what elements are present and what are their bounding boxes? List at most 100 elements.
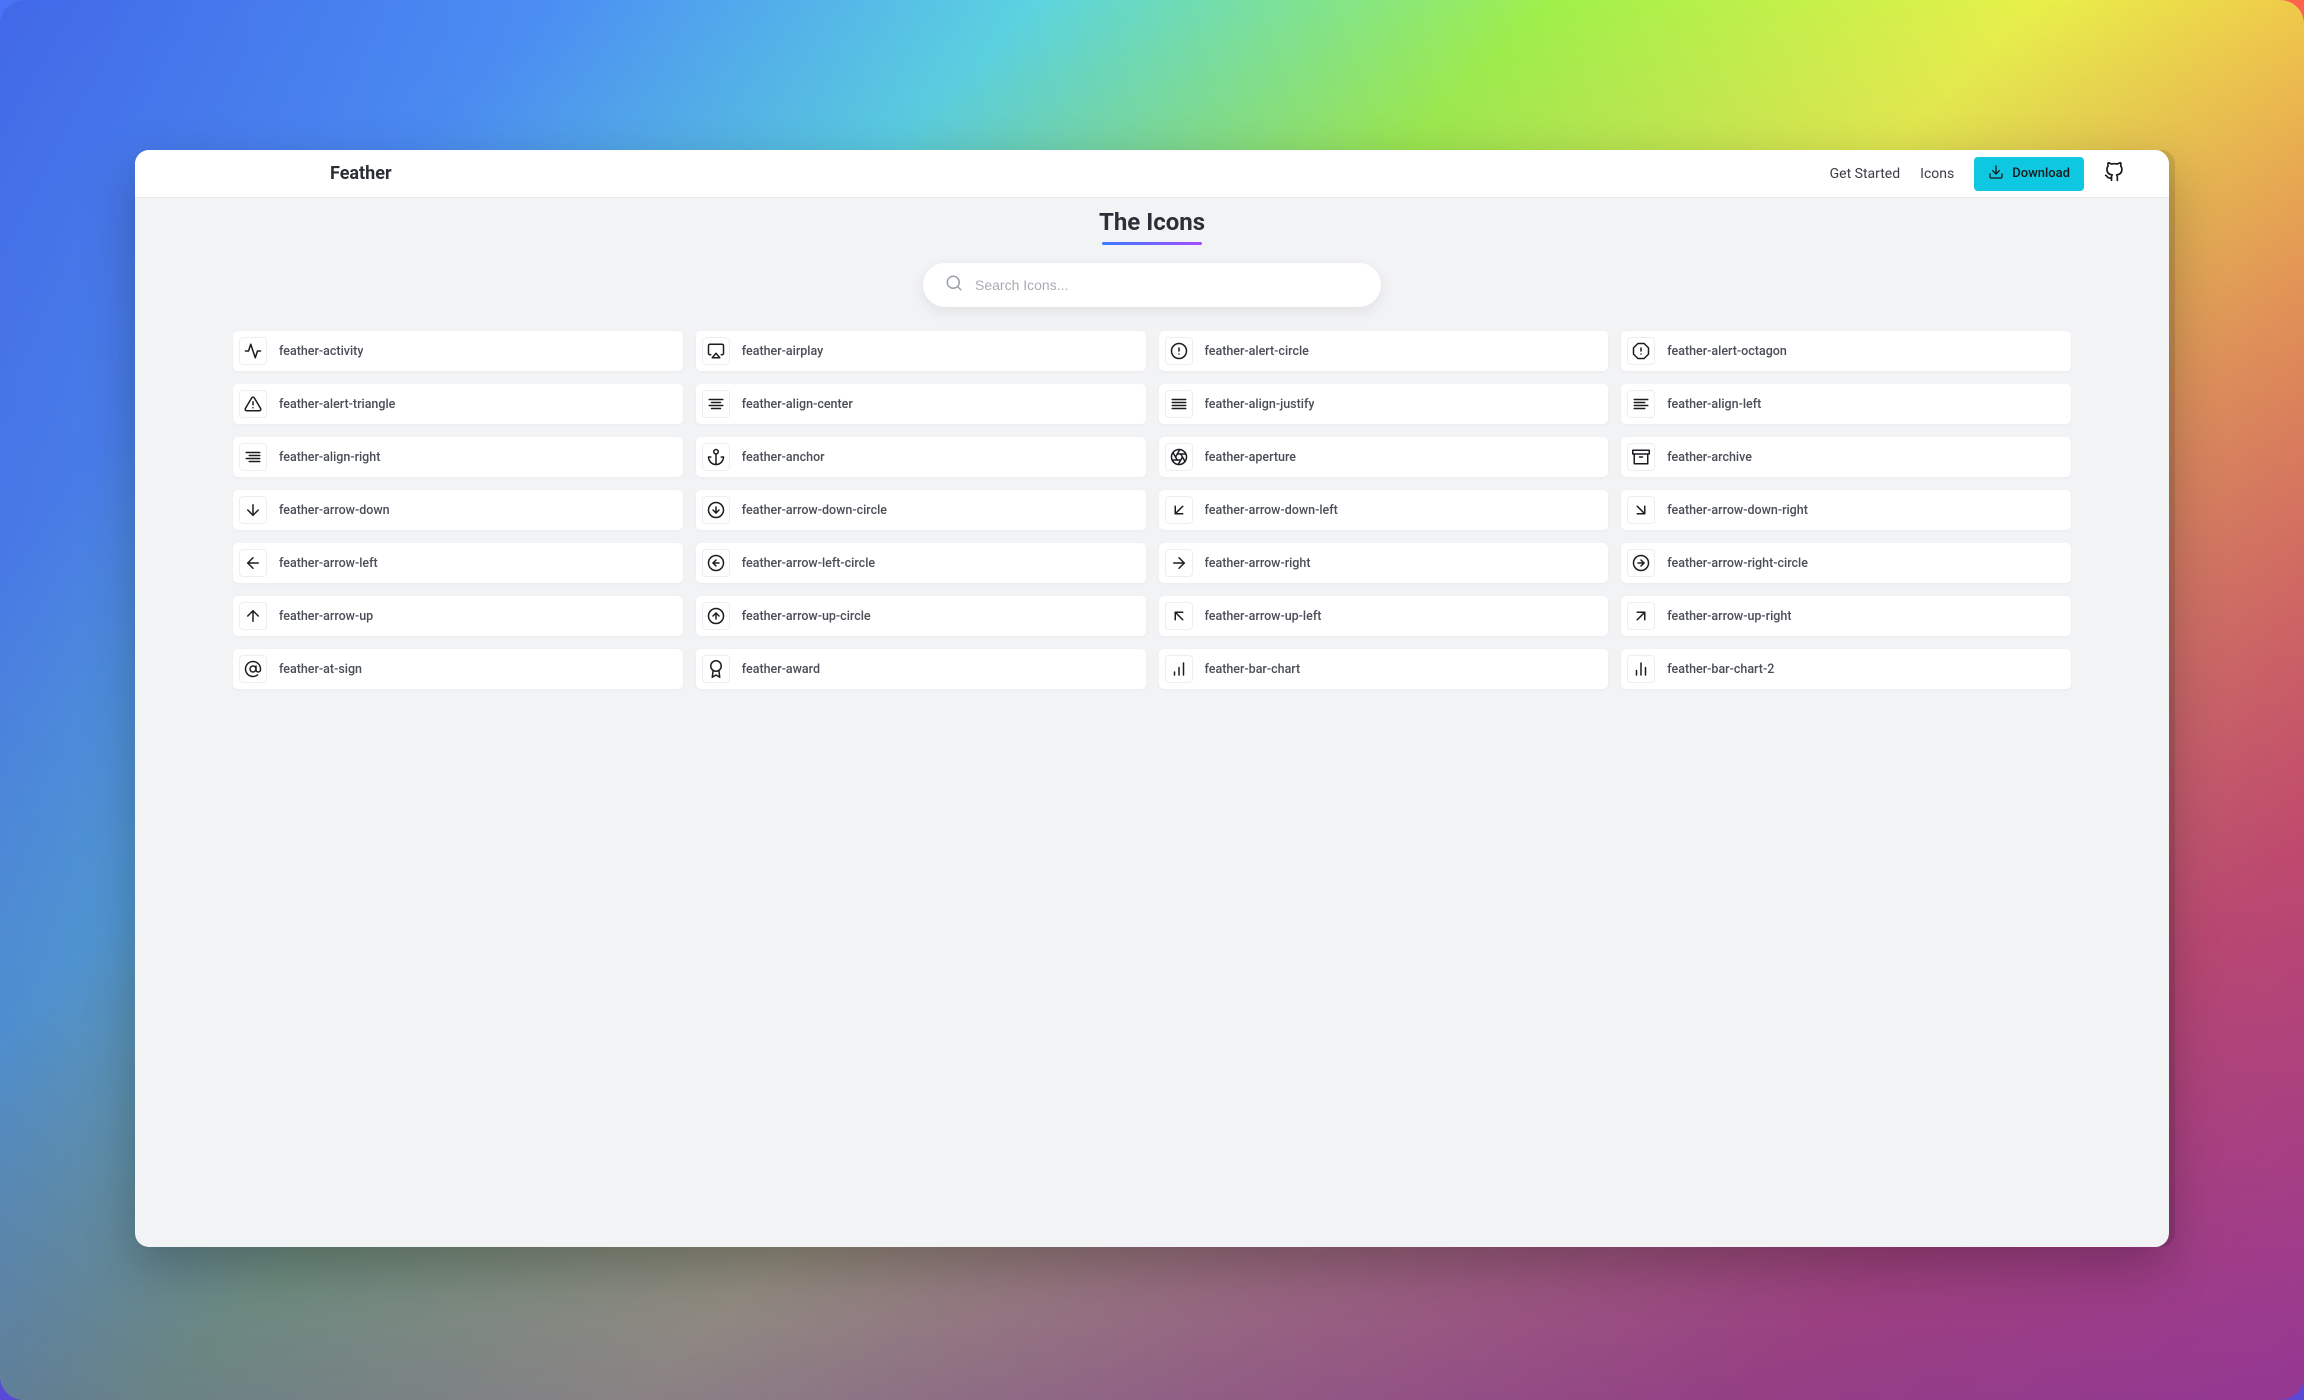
download-button[interactable]: Download [1974,157,2084,191]
icon-card[interactable]: feather-archive [1621,437,2071,477]
icon-card[interactable]: feather-arrow-down-circle [696,490,1146,530]
icon-card[interactable]: feather-aperture [1159,437,1609,477]
feather-aperture-icon [1165,443,1193,471]
feather-alert-circle-icon [1165,337,1193,365]
search-box[interactable] [923,263,1381,307]
icon-card[interactable]: feather-arrow-up-right [1621,596,2071,636]
icon-card[interactable]: feather-arrow-up-circle [696,596,1146,636]
app-window: Feather Get Started Icons Download The I… [135,150,2169,1247]
icon-label: feather-arrow-right-circle [1667,556,1808,571]
icon-label: feather-arrow-left-circle [742,556,875,571]
icon-card[interactable]: feather-arrow-down-right [1621,490,2071,530]
icon-card[interactable]: feather-bar-chart-2 [1621,649,2071,689]
icon-card[interactable]: feather-airplay [696,331,1146,371]
feather-alert-octagon-icon [1627,337,1655,365]
nav: Get Started Icons Download [1830,157,2124,191]
feather-align-justify-icon [1165,390,1193,418]
icon-card[interactable]: feather-activity [233,331,683,371]
icon-card[interactable]: feather-alert-triangle [233,384,683,424]
icon-label: feather-alert-circle [1205,344,1309,359]
icon-card[interactable]: feather-at-sign [233,649,683,689]
feather-archive-icon [1627,443,1655,471]
feather-arrow-down-left-icon [1165,496,1193,524]
icon-label: feather-align-justify [1205,397,1315,412]
icon-label: feather-award [742,662,820,677]
feather-arrow-down-right-icon [1627,496,1655,524]
icon-label: feather-align-right [279,450,380,465]
icon-card[interactable]: feather-arrow-right-circle [1621,543,2071,583]
page-title: The Icons [135,208,2169,242]
icon-label: feather-align-left [1667,397,1761,412]
icon-label: feather-arrow-up-circle [742,609,871,624]
icon-card[interactable]: feather-alert-octagon [1621,331,2071,371]
icon-card[interactable]: feather-align-justify [1159,384,1609,424]
icon-label: feather-arrow-up [279,609,373,624]
icon-label: feather-bar-chart-2 [1667,662,1774,677]
icon-label: feather-alert-octagon [1667,344,1787,359]
feather-at-sign-icon [239,655,267,683]
icon-label: feather-arrow-down-right [1667,503,1808,518]
icon-label: feather-arrow-up-right [1667,609,1791,624]
icon-grid: feather-activity feather-airplay feather-a… [135,331,2169,689]
download-icon [1988,164,2004,184]
feather-anchor-icon [702,443,730,471]
feather-arrow-down-icon [239,496,267,524]
feather-bar-chart-icon [1165,655,1193,683]
icon-card[interactable]: feather-align-center [696,384,1146,424]
feather-arrow-right-circle-icon [1627,549,1655,577]
icon-card[interactable]: feather-arrow-down [233,490,683,530]
icon-card[interactable]: feather-arrow-left-circle [696,543,1146,583]
icon-card[interactable]: feather-arrow-right [1159,543,1609,583]
icon-label: feather-arrow-down-circle [742,503,887,518]
title-underline [1102,242,1202,245]
icon-card[interactable]: feather-award [696,649,1146,689]
icon-card[interactable]: feather-alert-circle [1159,331,1609,371]
icon-card[interactable]: feather-arrow-down-left [1159,490,1609,530]
icon-label: feather-arrow-down-left [1205,503,1338,518]
icon-label: feather-arrow-right [1205,556,1311,571]
feather-align-left-icon [1627,390,1655,418]
feather-align-center-icon [702,390,730,418]
icon-label: feather-arrow-up-left [1205,609,1322,624]
icon-card[interactable]: feather-bar-chart [1159,649,1609,689]
feather-airplay-icon [702,337,730,365]
feather-arrow-up-left-icon [1165,602,1193,630]
icon-card[interactable]: feather-arrow-up-left [1159,596,1609,636]
feather-arrow-up-icon [239,602,267,630]
icon-label: feather-activity [279,344,363,359]
feather-activity-icon [239,337,267,365]
icon-card[interactable]: feather-arrow-left [233,543,683,583]
feather-alert-triangle-icon [239,390,267,418]
header: Feather Get Started Icons Download [135,150,2169,198]
feather-bar-chart-2-icon [1627,655,1655,683]
icon-label: feather-alert-triangle [279,397,395,412]
feather-arrow-left-icon [239,549,267,577]
icon-label: feather-bar-chart [1205,662,1301,677]
feather-align-right-icon [239,443,267,471]
download-label: Download [2012,166,2070,181]
icon-card[interactable]: feather-anchor [696,437,1146,477]
icon-label: feather-archive [1667,450,1752,465]
search-icon [945,274,963,296]
feather-arrow-left-circle-icon [702,549,730,577]
icon-label: feather-anchor [742,450,825,465]
feather-arrow-right-icon [1165,549,1193,577]
icon-label: feather-at-sign [279,662,362,677]
nav-icons[interactable]: Icons [1920,166,1954,182]
icon-label: feather-align-center [742,397,853,412]
brand-title: Feather [330,163,392,184]
search-input[interactable] [975,277,1359,293]
feather-award-icon [702,655,730,683]
icon-label: feather-aperture [1205,450,1296,465]
icon-label: feather-arrow-down [279,503,390,518]
icon-card[interactable]: feather-align-right [233,437,683,477]
icon-label: feather-airplay [742,344,824,359]
icon-card[interactable]: feather-arrow-up [233,596,683,636]
content: The Icons feather-activity feather-airpla… [135,198,2169,1247]
github-icon[interactable] [2104,162,2124,186]
icon-card[interactable]: feather-align-left [1621,384,2071,424]
feather-arrow-down-circle-icon [702,496,730,524]
feather-arrow-up-right-icon [1627,602,1655,630]
nav-get-started[interactable]: Get Started [1830,166,1901,182]
feather-arrow-up-circle-icon [702,602,730,630]
